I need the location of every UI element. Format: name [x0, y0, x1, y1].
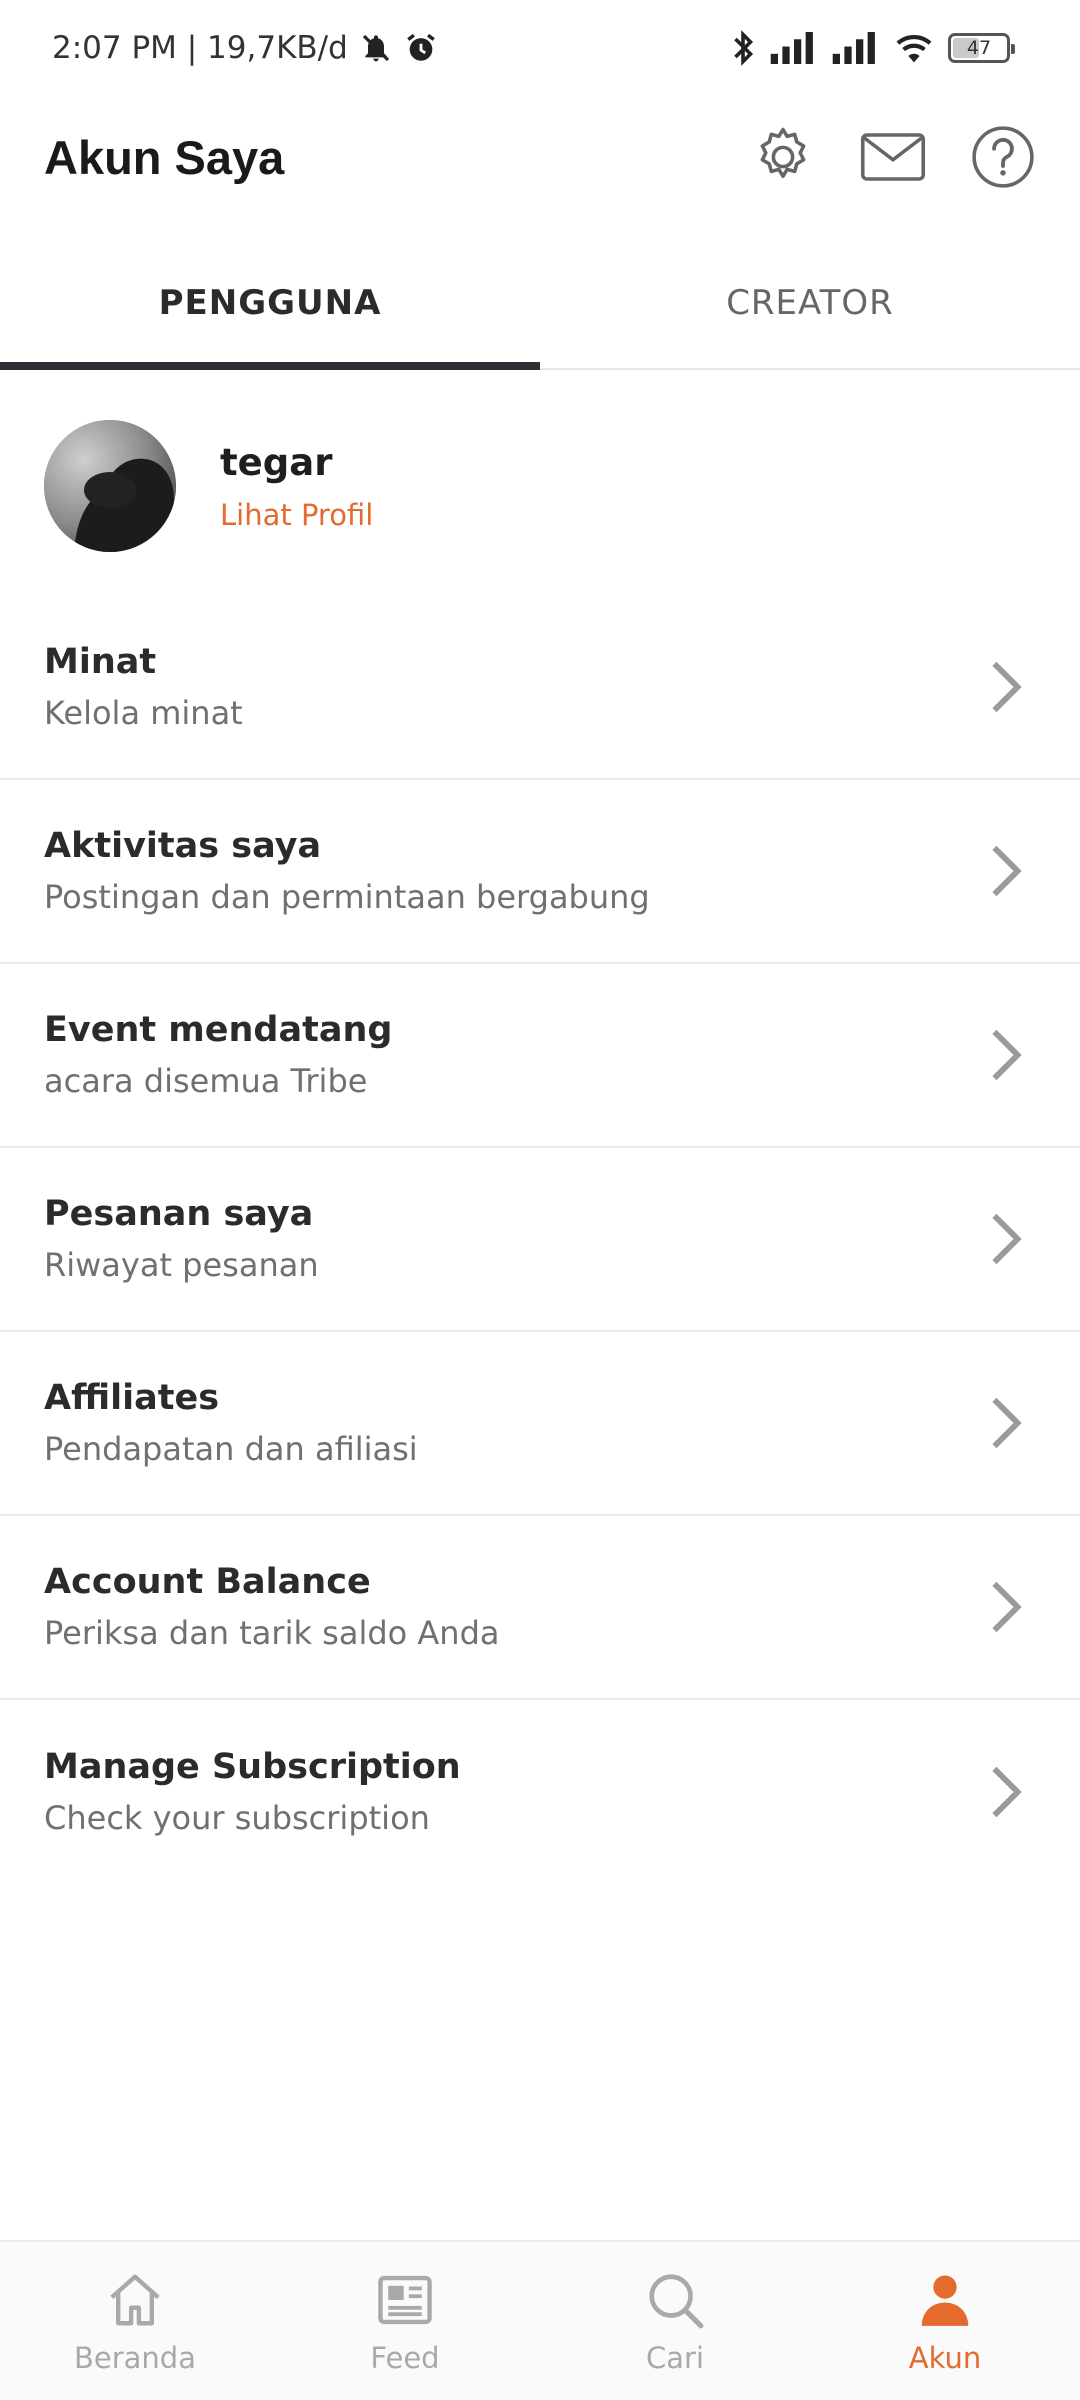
nav-beranda[interactable]: Beranda	[0, 2242, 270, 2400]
avatar[interactable]	[44, 420, 176, 552]
nav-label: Akun	[908, 2341, 982, 2375]
inbox-button[interactable]	[860, 124, 926, 190]
menu-item-title: Minat	[44, 642, 157, 682]
help-icon	[972, 126, 1034, 188]
nav-label: Cari	[646, 2341, 704, 2375]
battery-level: 47	[966, 37, 992, 59]
nav-akun[interactable]: Akun	[810, 2242, 1080, 2400]
menu-item-subtitle: Check your subscription	[44, 1799, 430, 1837]
status-time: 2:07 PM | 19,7KB/d	[52, 30, 348, 66]
chevron-right-icon	[984, 841, 1028, 901]
menu-item-text: Pesanan saya Riwayat pesanan	[44, 1194, 319, 1284]
mail-icon	[860, 133, 926, 181]
chevron-right-icon	[984, 1577, 1028, 1637]
nav-cari[interactable]: Cari	[540, 2242, 810, 2400]
menu-item-event[interactable]: Event mendatang acara disemua Tribe	[0, 964, 1080, 1148]
menu-item-title: Pesanan saya	[44, 1194, 314, 1234]
status-bar: 2:07 PM | 19,7KB/d 47	[0, 0, 1080, 96]
chevron-right-icon	[984, 1393, 1028, 1453]
wifi-icon	[894, 32, 934, 64]
menu-item-title: Event mendatang	[44, 1010, 393, 1050]
menu-item-aktivitas[interactable]: Aktivitas saya Postingan dan permintaan …	[0, 780, 1080, 964]
menu-item-subtitle: Riwayat pesanan	[44, 1246, 319, 1284]
nav-label: Beranda	[74, 2341, 196, 2375]
menu-item-title: Aktivitas saya	[44, 826, 322, 866]
nav-feed[interactable]: Feed	[270, 2242, 540, 2400]
menu-item-title: Affiliates	[44, 1378, 220, 1418]
menu-item-text: Minat Kelola minat	[44, 642, 243, 732]
view-profile-link[interactable]: Lihat Profil	[220, 498, 373, 532]
feed-icon	[372, 2267, 438, 2333]
mute-bell-icon	[360, 31, 392, 65]
status-left: 2:07 PM | 19,7KB/d	[52, 30, 438, 66]
menu-item-title: Manage Subscription	[44, 1747, 461, 1787]
menu-item-manage-subscription[interactable]: Manage Subscription Check your subscript…	[0, 1700, 1080, 1884]
settings-button[interactable]	[750, 124, 816, 190]
signal-icon	[770, 32, 818, 64]
alarm-icon	[404, 31, 438, 65]
tab-creator[interactable]: CREATOR	[540, 238, 1080, 368]
chevron-right-icon	[984, 1762, 1028, 1822]
status-right: 47	[730, 30, 1015, 66]
account-menu: Minat Kelola minat Aktivitas saya Postin…	[0, 596, 1080, 1884]
header-actions	[750, 124, 1036, 190]
menu-item-text: Account Balance Periksa dan tarik saldo …	[44, 1562, 499, 1652]
profile-name: tegar	[220, 440, 333, 484]
bottom-nav: Beranda Feed Cari Akun	[0, 2240, 1080, 2400]
chevron-right-icon	[984, 1025, 1028, 1085]
menu-item-minat[interactable]: Minat Kelola minat	[0, 596, 1080, 780]
nav-label: Feed	[370, 2341, 440, 2375]
account-tabs: PENGGUNA CREATOR	[0, 238, 1080, 370]
chevron-right-icon	[984, 657, 1028, 717]
menu-item-affiliates[interactable]: Affiliates Pendapatan dan afiliasi	[0, 1332, 1080, 1516]
signal-icon-2	[832, 32, 880, 64]
battery-icon: 47	[948, 33, 1015, 63]
bluetooth-icon	[730, 30, 756, 66]
menu-item-subtitle: acara disemua Tribe	[44, 1062, 368, 1100]
home-icon	[102, 2267, 168, 2333]
menu-item-text: Manage Subscription Check your subscript…	[44, 1747, 461, 1837]
menu-item-title: Account Balance	[44, 1562, 371, 1602]
menu-item-account-balance[interactable]: Account Balance Periksa dan tarik saldo …	[0, 1516, 1080, 1700]
search-icon	[642, 2267, 708, 2333]
account-icon	[912, 2267, 978, 2333]
chevron-right-icon	[984, 1209, 1028, 1269]
settings-icon	[760, 127, 806, 179]
menu-item-text: Aktivitas saya Postingan dan permintaan …	[44, 826, 650, 916]
page-title: Akun Saya	[44, 130, 285, 184]
menu-item-subtitle: Periksa dan tarik saldo Anda	[44, 1614, 500, 1652]
menu-item-text: Event mendatang acara disemua Tribe	[44, 1010, 392, 1100]
profile-card[interactable]: tegar Lihat Profil	[44, 420, 373, 552]
help-button[interactable]	[970, 124, 1036, 190]
menu-item-subtitle: Postingan dan permintaan bergabung	[44, 878, 650, 916]
tab-pengguna[interactable]: PENGGUNA	[0, 238, 540, 370]
menu-item-subtitle: Pendapatan dan afiliasi	[44, 1430, 418, 1468]
menu-item-pesanan[interactable]: Pesanan saya Riwayat pesanan	[0, 1148, 1080, 1332]
menu-item-text: Affiliates Pendapatan dan afiliasi	[44, 1378, 418, 1468]
profile-text: tegar Lihat Profil	[220, 441, 373, 532]
menu-item-subtitle: Kelola minat	[44, 694, 243, 732]
app-header: Akun Saya	[0, 96, 1080, 218]
